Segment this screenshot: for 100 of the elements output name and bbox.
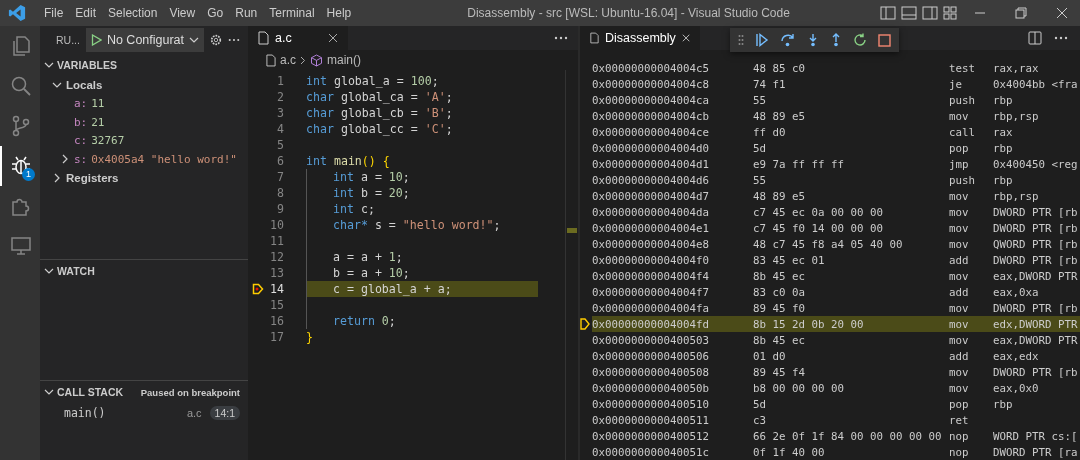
section-header[interactable]: VARIABLES (40, 54, 248, 76)
line-number: 5 (276, 138, 284, 152)
disassembly-line: 0x00000000004004ca 55 push rbp (592, 92, 1014, 108)
frame-file: a.c (186, 407, 202, 419)
code-line: int main() { (306, 153, 391, 169)
code-line: char* s = "hello word!"; (306, 217, 538, 233)
disassembly-line: 0x00000000004004cb 48 89 e5 mov rbp,rsp (592, 108, 1040, 124)
file-icon (266, 53, 276, 67)
panel-toggle-icon[interactable] (901, 6, 917, 20)
scope-item[interactable]: Registers (40, 168, 248, 187)
code-line: char global_cb = 'B'; (306, 105, 454, 121)
variable-value: 32767 (91, 134, 125, 148)
line-number: 6 (276, 154, 284, 168)
line-number: 13 (269, 266, 284, 280)
play-icon (90, 34, 102, 46)
step-over-icon[interactable] (780, 33, 796, 47)
menu-item[interactable]: Go (201, 6, 230, 20)
line-number: 11 (269, 234, 284, 248)
menu-item[interactable]: View (163, 6, 202, 20)
disassembly-line: 0x00000000004004d1 e9 7a ff ff ff jmp 0x400450 <reg (592, 156, 1079, 172)
monitor-icon[interactable] (9, 234, 33, 258)
chevron-right-icon (300, 55, 306, 65)
line-number: 7 (276, 170, 284, 184)
close-icon[interactable] (1056, 7, 1068, 19)
more-icon[interactable] (228, 38, 240, 42)
variable-value: 0x4005a4 "hello word!" (91, 152, 237, 166)
line-number: 10 (269, 218, 284, 232)
variable-value: 11 (91, 97, 105, 111)
drag-handle-icon[interactable] (738, 34, 744, 46)
disassembly-line: 0x00000000004004da c7 45 ec 0a 00 00 00 mov DWORD PTR [rb (592, 204, 1079, 220)
panel-title: RU... (56, 34, 80, 46)
menu-item[interactable]: Help (320, 6, 358, 20)
line-number: 4 (276, 122, 284, 136)
code-line: int global_a = 100; (306, 73, 440, 89)
secondary-sidebar-icon[interactable] (922, 6, 938, 20)
frame-name[interactable]: main() (64, 406, 106, 420)
line-number: 12 (269, 250, 284, 264)
variable-name: a: (74, 97, 88, 111)
menu-item[interactable]: Selection (102, 6, 164, 20)
line-number: 3 (276, 106, 284, 120)
breadcrumb-item[interactable]: main() (327, 53, 362, 67)
editor-tab[interactable]: a.c (248, 26, 348, 50)
file-icon (590, 31, 599, 45)
restart-icon[interactable] (853, 33, 867, 47)
search-icon[interactable] (9, 74, 33, 98)
split-editor-icon[interactable] (1028, 31, 1042, 45)
code-line: char global_cc = 'C'; (306, 121, 454, 137)
more-icon[interactable] (554, 36, 568, 40)
frame-position: 14:1 (209, 406, 240, 420)
code-line: } (306, 329, 314, 345)
more-icon[interactable] (1054, 36, 1068, 40)
chevron-icon[interactable] (60, 154, 70, 165)
sidebar-toggle-icon[interactable] (880, 6, 896, 20)
file-icon (258, 31, 269, 45)
code-line: return 0; (306, 313, 538, 329)
section-header[interactable]: CALL STACK (44, 386, 124, 398)
code-line: a = a + 1; (306, 249, 538, 265)
menu-item[interactable]: Terminal (263, 6, 321, 20)
layout-grid-icon[interactable] (943, 6, 957, 20)
menu-item[interactable]: Run (229, 6, 264, 20)
scope-item[interactable]: Locals (40, 76, 248, 95)
editor-tab[interactable]: Disassembly (580, 26, 700, 50)
close-icon[interactable] (328, 33, 338, 43)
line-number: 15 (269, 298, 284, 312)
disassembly-line: 0x00000000004004d0 5d pop rbp (592, 140, 1014, 156)
disassembly-line: 0x00000000004004e1 c7 45 f0 14 00 00 00 mov DWORD PTR [rb (592, 220, 1079, 236)
disassembly-line: 0x000000000040051c 0f 1f 40 00 nop DWORD PTR [ra (592, 444, 1079, 460)
disassembly-line: 0x00000000004004f0 83 45 ec 01 add DWORD PTR [rb (592, 252, 1079, 268)
disassembly-line: 0x0000000000400503 8b 45 ec mov eax,DWORD PTR (592, 332, 1079, 348)
stop-icon[interactable] (878, 33, 891, 47)
variable-name: c: (74, 134, 88, 148)
disassembly-line: 0x00000000004004c8 74 f1 je 0x4004bb <fra (592, 76, 1079, 92)
step-out-icon[interactable] (830, 33, 842, 47)
line-number: 8 (276, 186, 284, 200)
variable-value: 21 (91, 115, 105, 129)
notification-badge: 1 (22, 168, 35, 181)
line-number: 2 (276, 90, 284, 104)
section-header[interactable]: WATCH (40, 260, 248, 282)
configuration-dropdown[interactable]: No Configurat (85, 28, 205, 52)
line-number: 9 (276, 202, 284, 216)
disassembly-line: 0x00000000004004d6 55 push rbp (592, 172, 1014, 188)
disassembly-line: 0x000000000040050b b8 00 00 00 00 mov eax,0x0 (592, 380, 1040, 396)
breadcrumb-item[interactable]: a.c (280, 53, 296, 67)
disassembly-line: 0x00000000004004ce ff d0 call rax (592, 124, 1014, 140)
menu-item[interactable]: Edit (69, 6, 103, 20)
logo-icon (8, 4, 26, 22)
disassembly-line: 0x0000000000400511 c3 ret (592, 412, 970, 428)
code-line: int b = 20; (306, 185, 538, 201)
line-number: 16 (269, 314, 284, 328)
disassembly-line: 0x0000000000400512 66 2e 0f 1f 84 00 00 00 00 00 nop WORD PTR cs:[ (592, 428, 1079, 444)
settings-icon[interactable] (210, 33, 222, 47)
continue-icon[interactable] (755, 33, 769, 47)
breakpoint-arrow-icon[interactable] (252, 283, 264, 295)
disassembly-line: 0x00000000004004e8 48 c7 45 f8 a4 05 40 00 mov QWORD PTR [rb (592, 236, 1079, 252)
variable-name: s: (74, 152, 88, 166)
step-into-icon[interactable] (807, 33, 819, 47)
code-line: int a = 10; (306, 169, 538, 185)
menu-item[interactable]: File (38, 6, 70, 20)
line-number: 14 (269, 282, 284, 296)
restore-icon[interactable] (1015, 7, 1027, 19)
